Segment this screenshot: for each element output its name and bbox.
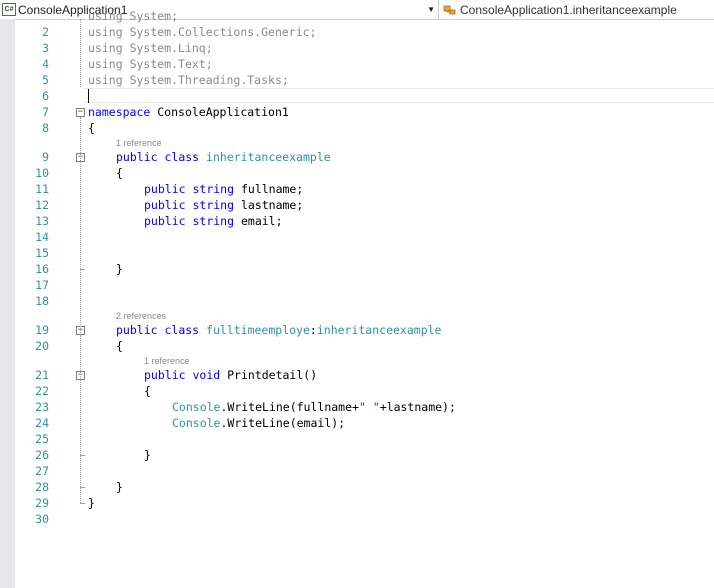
code-line-5[interactable]: 5 using System.Threading.Tasks; [15,72,714,88]
code-line-16[interactable]: 16 } [15,261,714,277]
line-number: 21 [35,368,49,382]
text-caret [88,89,89,103]
line-number: 8 [42,121,49,135]
outline-end [80,503,85,504]
line-number: 14 [35,230,49,244]
class-icon [443,4,457,16]
line-number: 23 [35,400,49,414]
line-number: 7 [42,105,49,119]
codelens-references[interactable]: 1 reference [144,355,190,367]
code-line-21[interactable]: 21 public void Printdetail() [15,367,714,383]
code-editor[interactable]: using System; 2 using System.Collections… [15,9,714,588]
using-keyword: using [88,25,123,39]
code-line-19[interactable]: 19 public class fulltimeemploye:inherita… [15,322,714,338]
class-dropdown[interactable]: ConsoleApplication1.inheritanceexample [441,1,714,18]
code-line-29[interactable]: 29 } [15,495,714,511]
line-number: 2 [42,25,49,39]
code-line-12[interactable]: 12 public string lastname; [15,197,714,213]
line-number: 3 [42,41,49,55]
code-line-3[interactable]: 3 using System.Linq; [15,40,714,56]
code-line-14[interactable]: 14 [15,229,714,245]
code-line-28[interactable]: 28 } [15,479,714,495]
using-keyword: using [88,9,123,23]
class-name: fulltimeemploye [206,323,310,337]
code-line-8[interactable]: 8 { [15,120,714,136]
outline-guide [80,117,81,503]
line-number: 5 [42,73,49,87]
namespace-ref: System.Linq; [129,41,213,55]
line-number: 4 [42,57,49,71]
line-number: 17 [35,278,49,292]
class-name: ConsoleApplication1.inheritanceexample [460,2,677,17]
navbar-divider [438,0,439,19]
line-number: 27 [35,464,49,478]
codelens-references[interactable]: 2 references [116,310,166,322]
chevron-down-icon[interactable]: ▼ [427,5,435,14]
code-line-13[interactable]: 13 public string email; [15,213,714,229]
code-line-30[interactable]: 30 [15,511,714,527]
line-number: 11 [35,182,49,196]
namespace-ref: System.Text; [129,57,213,71]
line-number: 13 [35,214,49,228]
code-line-23[interactable]: 23 Console.WriteLine(fullname+" "+lastna… [15,399,714,415]
namespace-ref: System.Collections.Generic; [129,25,317,39]
code-line-17[interactable]: 17 [15,277,714,293]
line-number: 9 [42,150,49,164]
base-class-name: inheritanceexample [316,323,442,337]
line-1-fragment: using System; [88,9,179,23]
codelens-references[interactable]: 1 reference [116,137,162,149]
code-line-24[interactable]: 24 Console.WriteLine(email); [15,415,714,431]
code-line-10[interactable]: 10 { [15,165,714,181]
line-number: 16 [35,262,49,276]
line-number: 12 [35,198,49,212]
line-number: 26 [35,448,49,462]
code-line-7[interactable]: 7 namespace ConsoleApplication1 [15,104,714,120]
line-number: 29 [35,496,49,510]
line-number: 25 [35,432,49,446]
code-line-2[interactable]: 2 using System.Collections.Generic; [15,24,714,40]
method-name: Printdetail() [227,368,318,382]
line-number: 22 [35,384,49,398]
code-line-6[interactable]: 6 [15,88,714,104]
namespace-name: ConsoleApplication1 [157,105,289,119]
code-line-20[interactable]: 20 { [15,338,714,354]
code-line-18[interactable]: 18 [15,293,714,309]
code-line-15[interactable]: 15 [15,245,714,261]
line-number: 20 [35,339,49,353]
line-number: 10 [35,166,49,180]
code-line-22[interactable]: 22 { [15,383,714,399]
line-number: 18 [35,294,49,308]
code-line-27[interactable]: 27 [15,463,714,479]
line-number: 30 [35,512,49,526]
line-number: 24 [35,416,49,430]
csharp-project-icon: C# [2,3,16,16]
using-keyword: using [88,57,123,71]
namespace-keyword: namespace [88,105,151,119]
project-dropdown[interactable]: C# ConsoleApplication1 ▼ [0,1,437,18]
namespace-ref: System.Threading.Tasks; [129,73,289,87]
code-line-11[interactable]: 11 public string fullname; [15,181,714,197]
code-line-4[interactable]: 4 using System.Text; [15,56,714,72]
outline-guide [80,19,81,87]
class-name: inheritanceexample [206,150,331,164]
using-keyword: using [88,41,123,55]
line-number: 19 [35,323,49,337]
editor-margin [0,19,15,588]
code-line-25[interactable]: 25 [15,431,714,447]
line-number: 6 [42,89,49,103]
line-number: 28 [35,480,49,494]
code-line-26[interactable]: 26 } [15,447,714,463]
using-keyword: using [88,73,123,87]
collapse-toggle[interactable]: − [76,108,85,117]
code-line-9[interactable]: 9 public class inheritanceexample [15,149,714,165]
line-number: 15 [35,246,49,260]
